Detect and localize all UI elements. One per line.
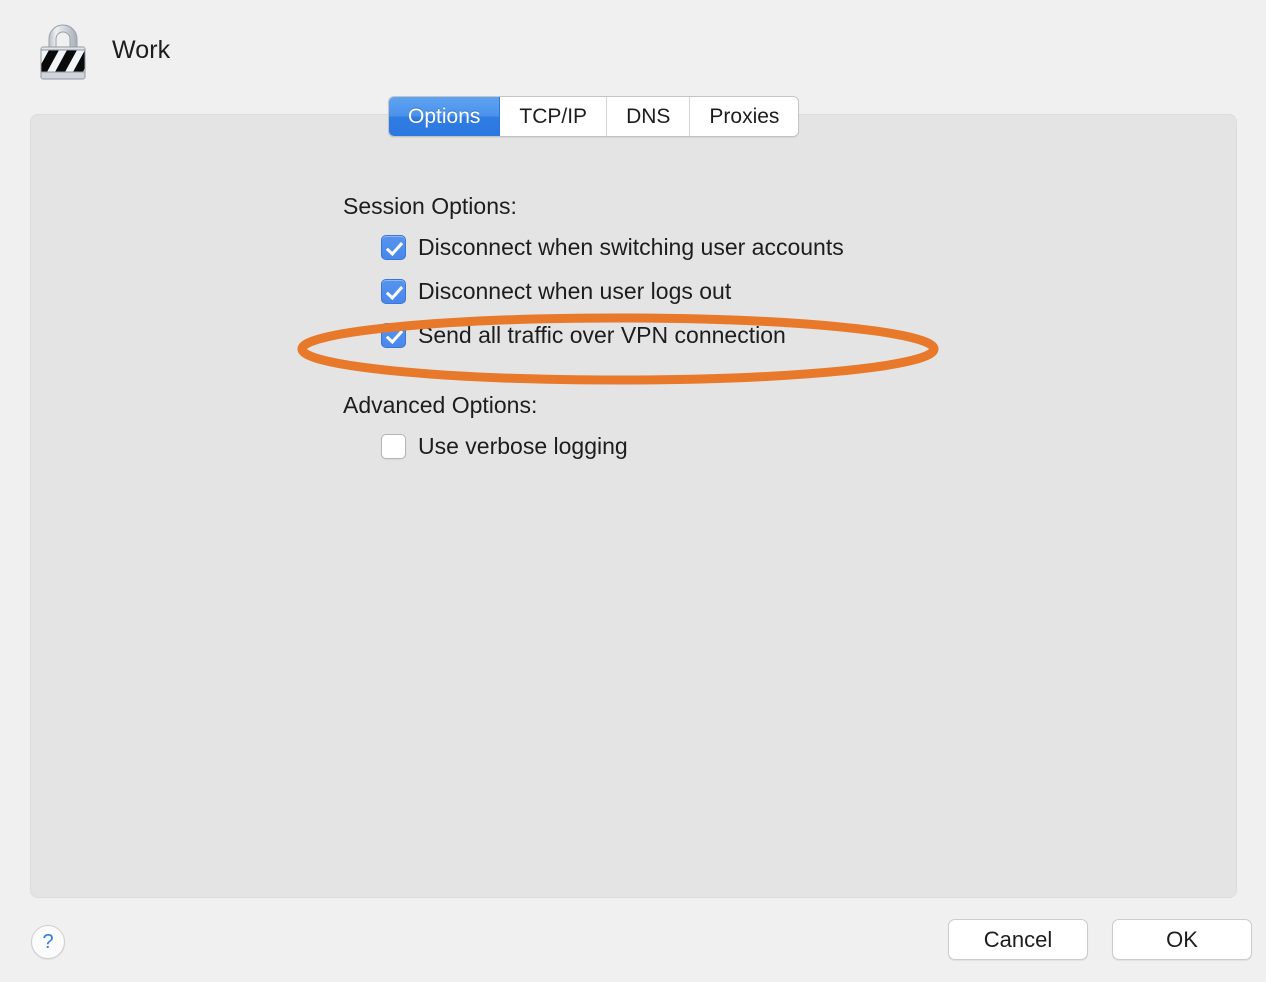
checkbox-verbose-logging[interactable] xyxy=(381,433,406,459)
tab-bar: Options TCP/IP DNS Proxies xyxy=(388,96,800,137)
checkbox-label-verbose-logging: Use verbose logging xyxy=(418,432,628,459)
checkbox-send-all-traffic[interactable] xyxy=(381,322,406,348)
advanced-options-label: Advanced Options: xyxy=(343,392,538,418)
tab-options[interactable]: Options xyxy=(389,97,501,136)
checkbox-row-disconnect-switching-users[interactable]: Disconnect when switching user accounts xyxy=(381,232,1143,262)
dialog-header: Work xyxy=(0,0,1266,100)
checkbox-row-send-all-traffic[interactable]: Send all traffic over VPN connection xyxy=(381,320,1143,350)
tab-proxies[interactable]: Proxies xyxy=(690,97,799,136)
help-button[interactable]: ? xyxy=(31,925,65,959)
options-panel: Session Options: Disconnect when switchi… xyxy=(30,114,1237,898)
options-content: Session Options: Disconnect when switchi… xyxy=(343,193,1143,461)
checkbox-label-disconnect-logout: Disconnect when user logs out xyxy=(418,277,732,304)
checkbox-label-send-all-traffic: Send all traffic over VPN connection xyxy=(418,321,786,348)
checkbox-disconnect-switching-users[interactable] xyxy=(381,234,406,260)
tab-dns[interactable]: DNS xyxy=(607,97,691,136)
cancel-button[interactable]: Cancel xyxy=(948,919,1088,960)
checkbox-row-disconnect-logout[interactable]: Disconnect when user logs out xyxy=(381,276,1143,306)
ok-button[interactable]: OK xyxy=(1112,919,1252,960)
page-title: Work xyxy=(112,36,171,64)
lock-icon xyxy=(40,24,86,80)
session-options-label: Session Options: xyxy=(343,193,517,219)
checkbox-disconnect-logout[interactable] xyxy=(381,278,406,304)
checkbox-label-disconnect-switching-users: Disconnect when switching user accounts xyxy=(418,233,844,260)
tab-tcpip[interactable]: TCP/IP xyxy=(500,97,608,136)
checkbox-row-verbose-logging[interactable]: Use verbose logging xyxy=(381,431,1143,461)
